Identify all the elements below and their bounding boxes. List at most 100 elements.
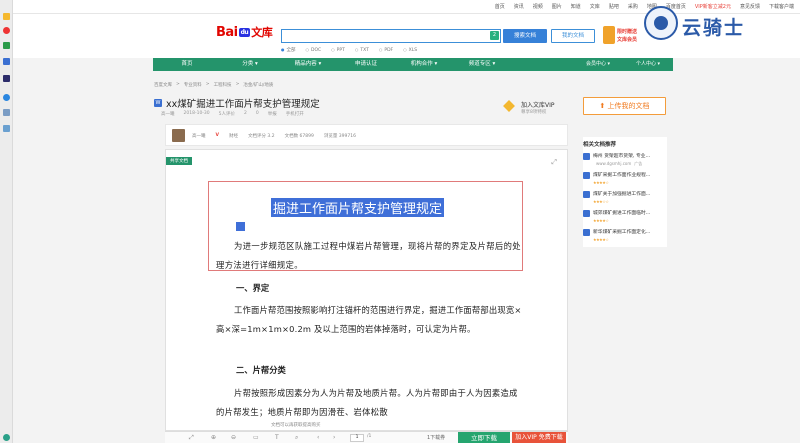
download-now-button[interactable]: 立即下载	[458, 432, 510, 443]
rating-stars: ★★★★☆	[593, 180, 609, 185]
author-category: 财经	[228, 134, 238, 139]
related-doc-item[interactable]: 城郊煤矿掘进工作面临时... ★★★★☆	[583, 209, 667, 228]
shared-doc-tag: 共享文档	[166, 157, 192, 165]
viewer-toolbar: ⤢ ⊕ ⊖ ▭ T ⌕ ‹ › 1 /1 1下载券 立即下载 加入VIP 免费下…	[165, 431, 568, 443]
tablet-icon[interactable]	[3, 75, 10, 82]
watermark-text: 云骑士	[682, 17, 746, 39]
favorites-star-icon[interactable]	[3, 13, 10, 20]
search-docs-button[interactable]: 搜索文档	[503, 29, 547, 43]
mail-icon[interactable]	[3, 42, 10, 49]
top-link[interactable]: 知道	[571, 3, 581, 10]
filetype-radio[interactable]: DOC	[306, 47, 321, 53]
rating-stars: ★★★★☆	[593, 218, 609, 223]
related-doc-title[interactable]: 新华煤矿采掘工作面定化...	[593, 228, 667, 235]
word-doc-icon	[583, 172, 590, 179]
breadcrumb-item[interactable]: 工程科技	[214, 82, 232, 88]
breadcrumb-item[interactable]: 冶金/矿山/地质	[243, 82, 273, 88]
nav-item[interactable]: 首页	[153, 58, 221, 71]
top-link[interactable]: 采购	[628, 3, 638, 10]
filetype-radio[interactable]: 全部	[281, 47, 296, 53]
search-tool-icon[interactable]: ⌕	[295, 434, 298, 442]
prev-page-icon[interactable]: ‹	[317, 434, 319, 441]
nav-right-item[interactable]: 会员中心 ▾	[573, 58, 623, 71]
author-name[interactable]: 高一曦	[192, 133, 206, 139]
paragraph-classification: 片帮按照形成因素分为人为片帮及地质片帮。人为片帮即由于人为因素造成的片帮发生；地…	[216, 388, 518, 417]
breadcrumb-sep: >	[235, 82, 240, 87]
doc-title-text: xx煤矿掘进工作面片帮支护管理规定	[166, 99, 320, 110]
breadcrumb-sep: >	[205, 82, 210, 87]
breadcrumb-item[interactable]: 专业资料	[184, 82, 202, 88]
fullscreen-icon[interactable]: ⤢	[551, 158, 557, 167]
top-link[interactable]: 首页	[495, 3, 505, 10]
top-link[interactable]: 文库	[590, 3, 600, 10]
top-link[interactable]: 贴吧	[609, 3, 619, 10]
download-cost: 1下载券	[427, 435, 446, 441]
upload-my-docs-button[interactable]: ⬆ 上传我的文档	[583, 97, 666, 115]
nav-item[interactable]: 频道专区 ▾	[453, 58, 511, 71]
filetype-radio[interactable]: XLS	[403, 47, 417, 53]
word-doc-icon	[583, 210, 590, 217]
filetype-radio[interactable]: TXT	[355, 47, 369, 53]
baidu-wenku-logo[interactable]: Bai du 文库	[216, 24, 273, 40]
related-doc-title[interactable]: 梅州 货架超市货架, 专业...	[593, 152, 667, 159]
related-title: 相关文档推荐	[583, 142, 617, 148]
top-link[interactable]: 资讯	[514, 3, 524, 10]
doc-heading: 掘进工作面片帮支护管理规定	[271, 198, 445, 217]
verified-badge: V	[215, 133, 219, 138]
related-doc-title[interactable]: 煤矿关于加强掘进工作面...	[593, 190, 667, 197]
search-count-badge: 2	[490, 31, 499, 40]
related-doc-item[interactable]: 新华煤矿采掘工作面定化... ★★★★☆	[583, 228, 667, 247]
filetype-radio[interactable]: PDF	[379, 47, 393, 53]
my-docs-button[interactable]: 我的文档	[551, 29, 595, 43]
vip-free-download-button[interactable]: 加入VIP 免费下载	[512, 432, 566, 443]
upload-icon: ⬆	[599, 102, 608, 110]
avatar-icon[interactable]	[3, 434, 10, 441]
nav-right: 会员中心 ▾ 个人中心 ▾	[573, 58, 673, 71]
nav-item[interactable]: 机构合作 ▾	[395, 58, 453, 71]
weibo-icon[interactable]	[3, 27, 10, 34]
fullscreen-tool-icon[interactable]: ⤢	[189, 434, 194, 442]
author-avatar[interactable]	[172, 129, 185, 142]
related-doc-item[interactable]: 煤矿关于加强掘进工作面... ★★★☆☆	[583, 190, 667, 209]
doc-meta-item[interactable]: 手机打开	[286, 111, 304, 117]
word-doc-icon	[583, 191, 590, 198]
next-page-icon[interactable]: ›	[333, 434, 335, 441]
related-doc-title[interactable]: 煤矿采掘工作面作业规程...	[593, 171, 667, 178]
text-cursor-marker	[236, 222, 245, 231]
filetype-radios: 全部 DOC PPT TXT PDF XLS	[281, 47, 418, 53]
app-icon[interactable]	[3, 58, 10, 65]
related-doc-title[interactable]: 城郊煤矿掘进工作面临时...	[593, 209, 667, 216]
text-tool-icon[interactable]: T	[275, 434, 279, 441]
paragraph-definition: 工作面片帮范围按照影响打注锚杆的范围进行界定，掘进工作面帮部出现宽×高×深=1m…	[216, 305, 522, 334]
nav-item[interactable]: 申请认证	[337, 58, 395, 71]
breadcrumb-item[interactable]: 百度文库	[154, 82, 172, 88]
related-doc-item[interactable]: 梅州 货架超市货架, 专业... www.dgsmhj.com 广告	[583, 152, 667, 171]
section-definition: 一、界定	[236, 283, 270, 293]
page-input[interactable]: 1	[350, 434, 364, 442]
chat-icon[interactable]	[3, 94, 10, 101]
author-info: 高一曦 V 财经 文档评分 3.2 文档数 67899 浏览量 399716	[192, 133, 356, 139]
related-doc-item[interactable]: 煤矿采掘工作面作业规程... ★★★★☆	[583, 171, 667, 190]
nav-item[interactable]: 精品内容 ▾	[279, 58, 337, 71]
top-link[interactable]: 视频	[533, 3, 543, 10]
zoom-in-icon[interactable]: ⊕	[211, 434, 216, 441]
doc-meta-item[interactable]: 高一曦	[161, 111, 175, 117]
breadcrumb-sep: >	[176, 82, 180, 87]
view-count: 浏览量 399716	[323, 134, 356, 139]
doc-title: W xx煤矿掘进工作面片帮支护管理规定	[154, 96, 320, 110]
search-input[interactable]	[281, 29, 501, 43]
promo-banner[interactable]: 限时赠送 文库会员	[603, 26, 643, 48]
filetype-radio[interactable]: PPT	[331, 47, 345, 53]
top-link[interactable]: 图片	[552, 3, 562, 10]
rating-stars: ★★★★☆	[593, 237, 609, 242]
zoom-out-icon[interactable]: ⊖	[231, 434, 236, 441]
related-doc-sub: ★★★★☆	[593, 237, 667, 242]
doc-meta-item: 2018-10-30	[183, 111, 210, 116]
word-doc-icon: W	[154, 99, 162, 107]
photo-icon[interactable]	[3, 125, 10, 132]
nav-right-item[interactable]: 个人中心 ▾	[623, 58, 673, 71]
doc-meta-item[interactable]: 举报	[268, 111, 277, 117]
fit-page-icon[interactable]: ▭	[253, 434, 259, 441]
game-icon[interactable]	[3, 109, 10, 116]
nav-item[interactable]: 分类 ▾	[221, 58, 279, 71]
